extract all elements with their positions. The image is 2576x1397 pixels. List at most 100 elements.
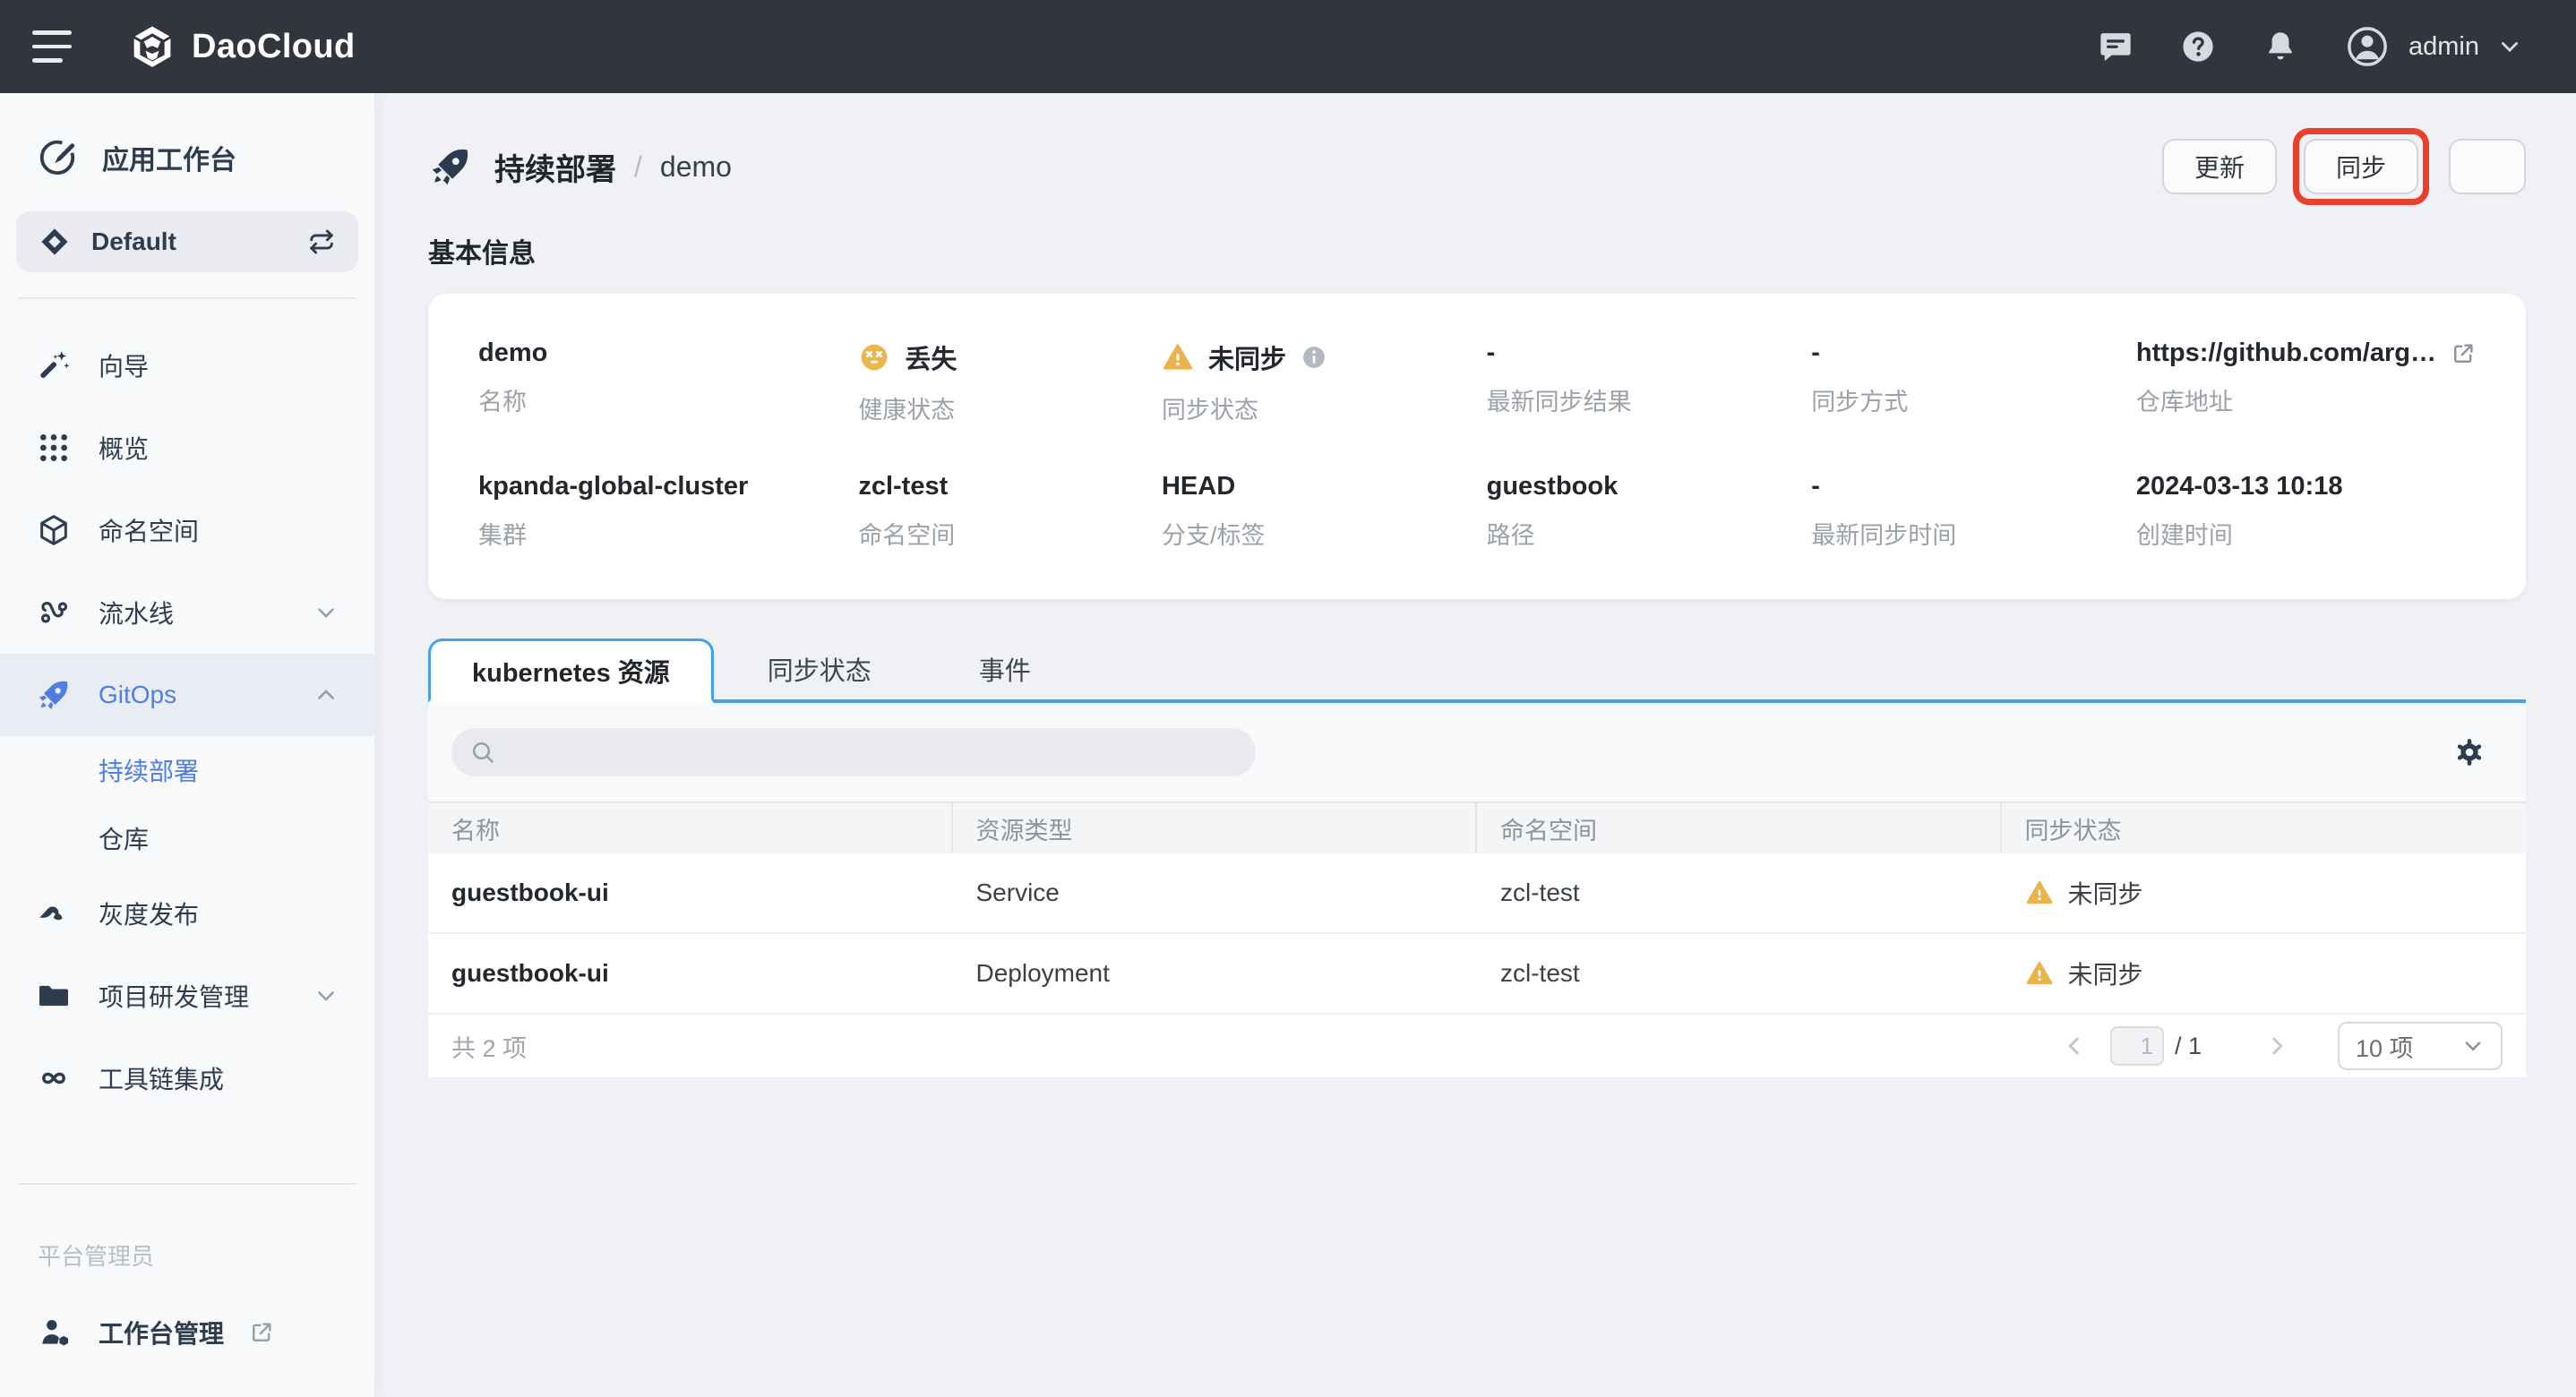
table-toolbar <box>428 703 2526 776</box>
sidebar-item-label: 命名空间 <box>99 512 199 548</box>
tab-bar: kubernetes 资源 同步状态 事件 <box>428 639 2526 703</box>
workspace-diamond-icon <box>38 225 72 259</box>
resources-table: 名称 资源类型 命名空间 同步状态 guestbook-ui Service z… <box>428 801 2526 1077</box>
workspace-name: Default <box>91 227 176 256</box>
info-field-namespace: zcl-test 命名空间 <box>858 472 1144 551</box>
basic-info-title: 基本信息 <box>428 231 2526 270</box>
search-input[interactable] <box>509 739 1238 767</box>
search-box[interactable] <box>451 728 1256 776</box>
header-actions: 更新 同步 <box>2162 128 2526 205</box>
external-link-icon <box>2451 341 2476 366</box>
sidebar-subitem-continuous-deployment[interactable]: 持续部署 <box>0 736 374 804</box>
info-field-last-sync-time: - 最新同步时间 <box>1811 472 2118 551</box>
health-dizzy-face-icon <box>858 341 890 373</box>
page-count: / 1 <box>2175 1033 2202 1060</box>
sidebar-item-toolchain[interactable]: 工具链集成 <box>0 1037 374 1119</box>
total-count: 共 2 项 <box>451 1029 527 1064</box>
table-row[interactable]: guestbook-ui Service zcl-test 未同步 <box>428 853 2526 934</box>
rocket-icon <box>428 144 473 189</box>
info-field-sync-mode: - 同步方式 <box>1811 339 2118 425</box>
top-navbar: DaoCloud admin <box>0 0 2576 93</box>
column-header-name: 名称 <box>428 803 953 853</box>
daocloud-cube-icon <box>129 23 176 70</box>
column-header-type: 资源类型 <box>953 803 1478 853</box>
table-header: 名称 资源类型 命名空间 同步状态 <box>428 803 2526 853</box>
more-actions-button[interactable] <box>2449 139 2526 194</box>
workspace-selector[interactable]: Default <box>16 211 358 272</box>
info-icon[interactable] <box>1301 344 1327 371</box>
sidebar-divider <box>18 297 356 299</box>
bird-icon <box>36 896 72 931</box>
workbench-manage-label: 工作台管理 <box>99 1315 224 1350</box>
warning-triangle-icon <box>1162 341 1194 373</box>
tab-events[interactable]: 事件 <box>925 639 1085 699</box>
tab-kubernetes-resources[interactable]: kubernetes 资源 <box>428 639 714 703</box>
basic-info-card: demo 名称 丢失 健康状态 未同步 同步状态 <box>428 294 2526 599</box>
annotation-highlight-box: 同步 <box>2293 128 2429 205</box>
user-name: admin <box>2409 32 2479 62</box>
sidebar-item-label: GitOps <box>99 681 176 709</box>
sidebar-item-project-management[interactable]: 项目研发管理 <box>0 955 374 1037</box>
sidebar-item-namespace[interactable]: 命名空间 <box>0 489 374 571</box>
sidebar-item-gray-release[interactable]: 灰度发布 <box>0 872 374 955</box>
sidebar-item-pipeline[interactable]: 流水线 <box>0 571 374 654</box>
workspace-title: 应用工作台 <box>102 138 236 177</box>
notifications-bell-icon[interactable] <box>2262 28 2299 65</box>
help-icon[interactable] <box>2179 28 2217 65</box>
cube-icon <box>36 512 72 548</box>
user-menu[interactable]: admin <box>2344 23 2522 70</box>
sidebar: 应用工作台 Default 向导 概览 命名空间 流水线 <box>0 93 374 1397</box>
page-number-input[interactable] <box>2110 1026 2164 1066</box>
info-field-path: guestbook 路径 <box>1487 472 1794 551</box>
brand-logo[interactable]: DaoCloud <box>129 23 356 70</box>
sidebar-item-label: 概览 <box>99 430 149 466</box>
platform-role-label: 平台管理员 <box>0 1210 374 1272</box>
gear-icon[interactable] <box>2452 735 2486 769</box>
kubernetes-resources-panel: 名称 资源类型 命名空间 同步状态 guestbook-ui Service z… <box>428 703 2526 1077</box>
tab-sync-status[interactable]: 同步状态 <box>714 639 925 699</box>
breadcrumb-section[interactable]: 持续部署 <box>494 145 616 189</box>
info-field-created-time: 2024-03-13 10:18 创建时间 <box>2136 472 2476 551</box>
sidebar-footer-divider <box>18 1183 356 1185</box>
avatar <box>2344 23 2391 70</box>
folder-icon <box>36 978 72 1014</box>
page-size-select[interactable]: 10 项 <box>2338 1022 2503 1070</box>
info-field-name: demo 名称 <box>478 339 840 425</box>
info-field-branch: HEAD 分支/标签 <box>1162 472 1469 551</box>
sync-status-text: 未同步 <box>2068 875 2143 911</box>
switch-workspace-icon[interactable] <box>306 227 337 257</box>
main-content: 持续部署 / demo 更新 同步 基本信息 demo 名称 丢失 健康状态 <box>374 93 2576 1397</box>
page-header: 持续部署 / demo 更新 同步 <box>428 133 2526 201</box>
workbench-manage-link[interactable]: 工作台管理 <box>0 1315 374 1350</box>
update-button[interactable]: 更新 <box>2162 139 2277 194</box>
sidebar-item-wizard[interactable]: 向导 <box>0 324 374 407</box>
repo-url-link[interactable]: https://github.com/arg… <box>2136 339 2476 368</box>
table-row[interactable]: guestbook-ui Deployment zcl-test 未同步 <box>428 934 2526 1015</box>
workbench-icon <box>36 136 79 179</box>
search-icon <box>469 739 496 766</box>
column-header-sync-status: 同步状态 <box>2002 803 2527 853</box>
sidebar-item-label: 项目研发管理 <box>99 978 249 1014</box>
sync-button[interactable]: 同步 <box>2304 139 2418 194</box>
brand-name: DaoCloud <box>192 28 356 66</box>
info-field-health: 丢失 健康状态 <box>858 339 1144 425</box>
next-page-icon[interactable] <box>2263 1032 2291 1060</box>
sidebar-item-gitops[interactable]: GitOps <box>0 654 374 736</box>
sidebar-item-label: 向导 <box>99 347 149 383</box>
menu-toggle-icon[interactable] <box>32 30 75 63</box>
infinity-icon <box>36 1060 72 1096</box>
info-field-last-sync-result: - 最新同步结果 <box>1487 339 1794 425</box>
prev-page-icon[interactable] <box>2060 1032 2089 1060</box>
info-field-cluster: kpanda-global-cluster 集群 <box>478 472 840 551</box>
grid-dots-icon <box>36 430 72 466</box>
page-size-value: 10 项 <box>2356 1029 2414 1064</box>
chevron-down-icon <box>2461 1034 2485 1058</box>
workspace-header: 应用工作台 <box>0 93 374 211</box>
sidebar-item-label: 流水线 <box>99 595 174 630</box>
warning-triangle-icon <box>2025 959 2054 988</box>
sidebar-item-overview[interactable]: 概览 <box>0 407 374 489</box>
sidebar-subitem-repository[interactable]: 仓库 <box>0 804 374 872</box>
messages-icon[interactable] <box>2097 28 2134 65</box>
chevron-down-icon <box>313 983 339 1008</box>
info-field-repo-url: https://github.com/arg… 仓库地址 <box>2136 339 2476 425</box>
